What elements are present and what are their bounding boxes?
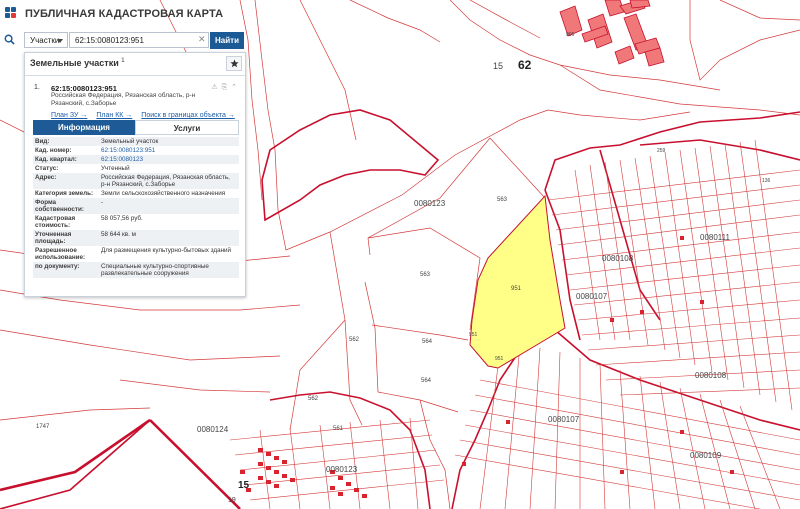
attr-key: Категория земель:: [35, 190, 94, 197]
search-icon[interactable]: [4, 34, 15, 45]
parcel-label: 15: [493, 61, 503, 71]
parcel-label: 136: [762, 178, 771, 184]
attr-value: Российская Федерация, Рязанская область,…: [99, 173, 239, 189]
tab-services[interactable]: Услуги: [135, 120, 239, 135]
attr-value: Для размещения культурно-бытовых зданий: [101, 247, 232, 254]
attr-key: Статус:: [35, 165, 59, 172]
parcel-label: 563: [420, 272, 431, 278]
panel-title-text: Земельные участки: [30, 58, 119, 68]
plan-kk-link[interactable]: План КК →: [96, 112, 132, 119]
parcel-label: 906: [566, 32, 575, 38]
table-row: Адрес: Российская Федерация, Рязанская об…: [33, 173, 239, 189]
app-title: ПУБЛИЧНАЯ КАДАСТРОВАЯ КАРТА: [25, 8, 224, 20]
tab-information[interactable]: Информация: [33, 120, 135, 135]
find-button[interactable]: Найти: [210, 32, 244, 49]
parcel-label: 951: [511, 286, 522, 292]
result-links: План ЗУ → План КК → Поиск в границах объ…: [51, 112, 235, 119]
table-row: Кад. номер: 62:15:0080123:951: [33, 146, 239, 155]
plan-zu-link[interactable]: План ЗУ →: [51, 112, 87, 119]
parcel-label: 564: [422, 339, 433, 345]
attr-key: Кад. номер:: [35, 147, 72, 154]
attr-key: по документу:: [33, 262, 99, 278]
parcel-label: 951: [469, 332, 478, 338]
block-label: 0080123: [414, 199, 446, 208]
block-label: 0080107: [576, 292, 608, 301]
table-row: Вид: Земельный участок: [33, 137, 239, 146]
star-icon: [230, 59, 239, 68]
attr-value: Учтенный: [101, 165, 130, 172]
favorite-button[interactable]: [226, 56, 242, 71]
block-label: 0080123: [326, 465, 358, 474]
table-row: Форма собственности: -: [33, 198, 239, 214]
search-in-bounds-link[interactable]: Поиск в границах объекта →: [141, 112, 235, 119]
parcel-label: 19: [228, 497, 236, 504]
block-label: 0080108: [695, 371, 727, 380]
parcel-label: 951: [495, 356, 504, 362]
block-label: 0080107: [548, 415, 580, 424]
cadastral-quarter-link[interactable]: 62:15:0080123: [101, 156, 143, 163]
attr-key: Уточненная площадь:: [33, 230, 99, 246]
attr-value: Земли сельскохозяйственного назначения: [101, 190, 226, 197]
clear-icon[interactable]: ✕: [198, 35, 206, 44]
attr-key: Кад. квартал:: [33, 155, 99, 164]
panel-tabs: Информация Услуги: [33, 120, 239, 135]
attr-key: Разрешенное использование:: [35, 247, 86, 261]
table-row: Кад. квартал: 62:15:0080123: [33, 155, 239, 164]
table-row: по документу: Специальные культурно-спорт…: [33, 262, 239, 278]
parcel-label: 563: [497, 197, 508, 203]
block-label: 0080108: [602, 254, 634, 263]
attr-key: Адрес:: [33, 173, 99, 189]
app-header: ПУБЛИЧНАЯ КАДАСТРОВАЯ КАРТА: [0, 0, 255, 28]
search-input[interactable]: [69, 32, 209, 48]
parcel-info-panel: Земельные участки 1 1. 62:15:0080123:951…: [24, 52, 246, 297]
parcel-label: 62: [518, 58, 532, 72]
block-label: 0080109: [690, 451, 722, 460]
result-address: Российская Федерация, Рязанская область,…: [51, 92, 196, 107]
block-label: 0080124: [197, 425, 229, 434]
attr-value: Специальные культурно-спортивные развлек…: [99, 262, 239, 278]
result-index: 1.: [34, 84, 40, 91]
panel-title-count: 1: [121, 58, 125, 64]
search-type-select[interactable]: Участки: [24, 32, 68, 48]
table-row: Категория земель: Земли сельскохозяйствен…: [33, 189, 239, 198]
attr-value: 58 057,56 руб.: [101, 215, 143, 222]
search-bar: Участки ✕ Найти: [0, 31, 248, 51]
parcel-label: 562: [349, 337, 360, 343]
panel-title: Земельные участки 1: [30, 58, 125, 68]
search-type-value: Участки: [30, 36, 60, 45]
cadastral-number-link[interactable]: 62:15:0080123:951: [101, 147, 155, 154]
attr-value: -: [99, 198, 239, 214]
table-row: Уточненная площадь: 58 644 кв. м: [33, 230, 239, 246]
parcel-label: 15: [238, 480, 250, 491]
chevron-down-icon: [57, 39, 63, 43]
attr-key: Вид:: [33, 137, 99, 146]
attr-key: Форма собственности:: [33, 198, 99, 214]
attributes-table: Вид: Земельный участок Кад. номер: 62:15:0…: [33, 137, 239, 278]
panel-header: Земельные участки 1: [25, 53, 245, 76]
parcel-label: 562: [308, 396, 319, 402]
parcel-label: 561: [333, 426, 344, 432]
block-label: 0080111: [700, 233, 731, 242]
attr-value: 58 644 кв. м: [99, 230, 239, 246]
attr-key: Кадастровая стоимость:: [35, 215, 76, 229]
parcel-label: 259: [657, 148, 666, 154]
parcel-label: 1747: [36, 424, 50, 430]
app-logo-icon: [5, 7, 19, 21]
table-row: Кадастровая стоимость: 58 057,56 руб.: [33, 214, 239, 230]
table-row: Разрешенное использование: Для размещения…: [33, 246, 239, 262]
attr-value: Земельный участок: [99, 137, 239, 146]
parcel-label: 564: [421, 378, 432, 384]
table-row: Статус: Учтенный: [33, 164, 239, 173]
result-tools-icons[interactable]: ⚠ ⎘ ⌃: [211, 83, 238, 92]
